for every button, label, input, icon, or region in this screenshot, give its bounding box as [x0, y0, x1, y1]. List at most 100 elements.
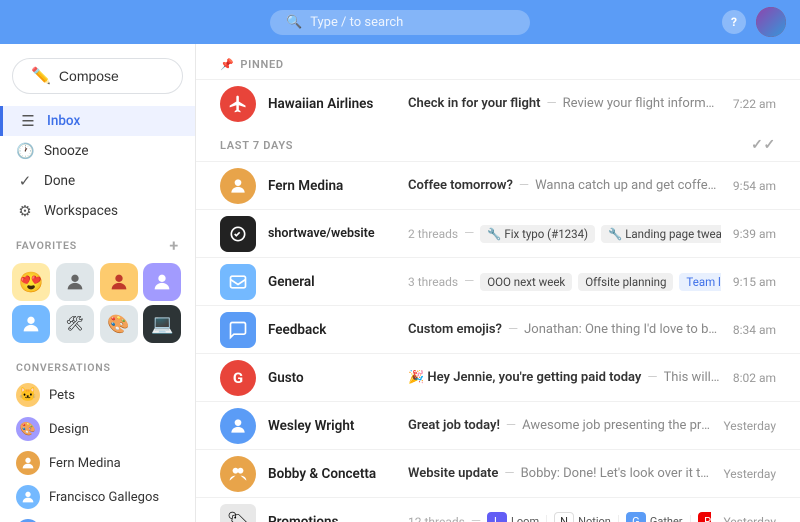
email-avatar-fern: [220, 168, 256, 204]
email-sender-shortwave: shortwave/website: [268, 226, 408, 241]
email-subject-wesley: Great job today!: [408, 418, 500, 433]
user-avatar[interactable]: [756, 7, 786, 37]
email-subject-hawaiian: Check in for your flight: [408, 96, 541, 111]
fav-item-1[interactable]: 😍: [12, 263, 50, 301]
email-sender-wesley: Wesley Wright: [268, 418, 408, 434]
email-avatar-hawaiian: [220, 86, 256, 122]
sidebar-item-done[interactable]: ✓ Done: [0, 166, 195, 196]
conv-avatar-pets: 🐱: [16, 383, 40, 407]
email-avatar-shortwave: [220, 216, 256, 252]
email-sender-general: General: [268, 274, 408, 290]
email-content-feedback: Custom emojis? — Jonathan: One thing I'd…: [408, 322, 721, 337]
email-time-general: 9:15 am: [733, 275, 776, 289]
email-sender-hawaiian: Hawaiian Airlines: [268, 96, 408, 112]
email-avatar-wesley: [220, 408, 256, 444]
search-placeholder: Type / to search: [310, 15, 403, 30]
tag-landing: 🔧 Landing page tweaks (#1235): [601, 225, 721, 243]
fav-item-6[interactable]: 🛠: [56, 305, 94, 343]
conv-item-wesley[interactable]: Wesley Wright: [0, 514, 195, 522]
main-layout: ✏️ Compose ☰ Inbox 🕐 Snooze ✓ Done ⚙ Wor…: [0, 44, 800, 522]
email-subject-bobby-c: Website update: [408, 466, 498, 481]
conv-item-design[interactable]: 🎨 Design: [0, 412, 195, 446]
email-content-wesley: Great job today! — Awesome job presentin…: [408, 418, 711, 433]
done-label: Done: [44, 173, 75, 189]
tag-lunch: Team lunch today!: [679, 273, 720, 291]
pinned-section-label: 📌 PINNED: [196, 44, 800, 79]
email-content-gusto: 🎉 Hey Jennie, you're getting paid today …: [408, 370, 721, 385]
email-list: 📌 PINNED Hawaiian Airlines Check in for …: [196, 44, 800, 522]
fav-item-2[interactable]: [56, 263, 94, 301]
promo-gather-label: Gather: [650, 515, 683, 522]
pin-icon: 📌: [220, 58, 234, 71]
promo-notion: N: [554, 512, 574, 522]
conv-avatar-francisco: [16, 485, 40, 509]
conv-item-francisco[interactable]: Francisco Gallegos: [0, 480, 195, 514]
conversations-section-header: CONVERSATIONS: [0, 351, 195, 378]
email-content-bobby-c: Website update — Bobby: Done! Let's look…: [408, 466, 711, 481]
sidebar-item-workspaces[interactable]: ⚙ Workspaces: [0, 196, 195, 226]
promo-icons: L Loom N Notion G Gather P M +3: [487, 512, 712, 522]
compose-button[interactable]: ✏️ Compose: [12, 58, 183, 94]
email-content-hawaiian: Check in for your flight — Review your f…: [408, 96, 721, 111]
email-preview-hawaiian: Review your flight information for your …: [563, 96, 721, 111]
email-time-promotions: Yesterday: [723, 515, 776, 522]
add-favorite-icon[interactable]: +: [169, 236, 179, 255]
email-time-hawaiian: 7:22 am: [733, 97, 776, 111]
email-sender-bobby-c: Bobby & Concetta: [268, 466, 408, 482]
email-sender-fern: Fern Medina: [268, 178, 408, 194]
snooze-icon: 🕐: [16, 142, 34, 160]
topbar: 🔍 Type / to search ?: [0, 0, 800, 44]
conv-item-pets[interactable]: 🐱 Pets: [0, 378, 195, 412]
email-avatar-bobby-c: [220, 456, 256, 492]
email-time-shortwave: 9:39 am: [733, 227, 776, 241]
email-time-feedback: 8:34 am: [733, 323, 776, 337]
email-row-feedback[interactable]: Feedback Custom emojis? — Jonathan: One …: [196, 305, 800, 353]
search-icon: 🔍: [286, 15, 302, 30]
email-content-general: 3 threads — OOO next week Offsite planni…: [408, 273, 721, 291]
workspaces-label: Workspaces: [44, 203, 118, 219]
email-preview-bobby-c: Bobby: Done! Let's look over it together…: [521, 466, 712, 481]
email-time-bobby-c: Yesterday: [723, 467, 776, 481]
favorites-grid: 😍 🛠 🎨 💻: [0, 259, 195, 351]
compose-label: Compose: [59, 68, 119, 84]
promo-loom-label: Loom: [511, 515, 539, 522]
email-avatar-gusto: G: [220, 360, 256, 396]
email-avatar-promotions: 🏷: [220, 504, 256, 522]
email-time-gusto: 8:02 am: [733, 371, 776, 385]
fav-item-7[interactable]: 🎨: [100, 305, 138, 343]
email-row-hawaiian[interactable]: Hawaiian Airlines Check in for your flig…: [196, 79, 800, 127]
email-content-promotions: 12 threads — L Loom N Notion G Gather P …: [408, 512, 711, 522]
conv-item-fern[interactable]: Fern Medina: [0, 446, 195, 480]
tag-offsite: Offsite planning: [578, 273, 673, 291]
last7-label: LAST 7 DAYS: [220, 139, 293, 152]
email-time-wesley: Yesterday: [723, 419, 776, 433]
snooze-label: Snooze: [44, 143, 89, 159]
fav-item-5[interactable]: [12, 305, 50, 343]
pinned-label: PINNED: [240, 58, 283, 71]
help-button[interactable]: ?: [722, 10, 746, 34]
sidebar-item-inbox[interactable]: ☰ Inbox: [0, 106, 195, 136]
sidebar-item-snooze[interactable]: 🕐 Snooze: [0, 136, 195, 166]
email-avatar-general: [220, 264, 256, 300]
email-row-gusto[interactable]: G Gusto 🎉 Hey Jennie, you're getting pai…: [196, 353, 800, 401]
fav-item-4[interactable]: [143, 263, 181, 301]
compose-icon: ✏️: [31, 66, 51, 86]
email-row-general[interactable]: General 3 threads — OOO next week Offsit…: [196, 257, 800, 305]
email-row-promotions[interactable]: 🏷 Promotions 12 threads — L Loom N Notio…: [196, 497, 800, 522]
email-preview-gusto: This will brighten your da...: [664, 370, 721, 385]
fav-item-8[interactable]: 💻: [143, 305, 181, 343]
email-row-shortwave[interactable]: shortwave/website 2 threads — 🔧 Fix typo…: [196, 209, 800, 257]
email-subject-gusto: 🎉 Hey Jennie, you're getting paid today: [408, 370, 641, 385]
mark-all-read-icon[interactable]: ✓✓: [751, 137, 776, 153]
fav-item-3[interactable]: [100, 263, 138, 301]
email-sender-promotions: Promotions: [268, 514, 408, 522]
last7-section-header: LAST 7 DAYS ✓✓: [196, 127, 800, 161]
email-row-fern[interactable]: Fern Medina Coffee tomorrow? — Wanna cat…: [196, 161, 800, 209]
email-row-bobby-c[interactable]: Bobby & Concetta Website update — Bobby:…: [196, 449, 800, 497]
email-row-wesley[interactable]: Wesley Wright Great job today! — Awesome…: [196, 401, 800, 449]
conv-avatar-fern: [16, 451, 40, 475]
search-bar[interactable]: 🔍 Type / to search: [270, 10, 530, 35]
tag-ooo: OOO next week: [480, 273, 572, 291]
inbox-label: Inbox: [47, 113, 80, 129]
email-subject-fern: Coffee tomorrow?: [408, 178, 513, 193]
